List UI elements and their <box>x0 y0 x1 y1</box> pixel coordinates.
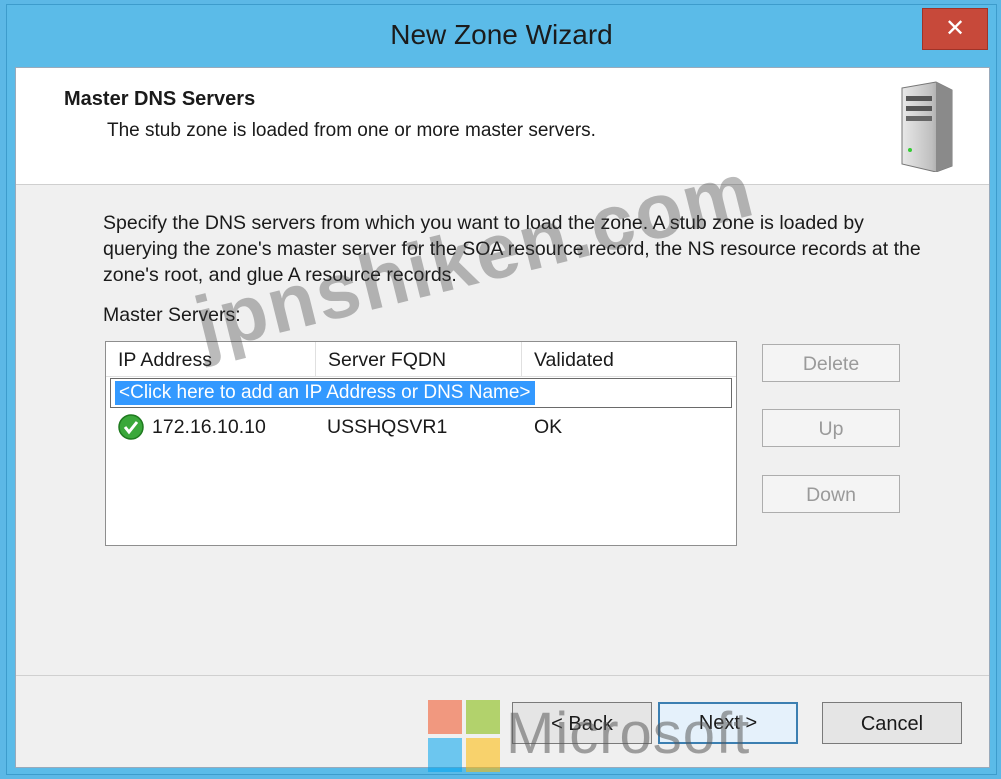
page-title: Master DNS Servers <box>64 88 256 110</box>
row-ip-address: 172.16.10.10 <box>152 416 266 438</box>
cancel-button[interactable]: Cancel <box>822 702 962 744</box>
up-button[interactable]: Up <box>762 409 900 447</box>
row-server-fqdn: USSHQSVR1 <box>327 416 448 438</box>
microsoft-logo-icon <box>428 700 500 772</box>
master-servers-list[interactable]: IP Address Server FQDN Validated <Click … <box>105 341 737 546</box>
down-button[interactable]: Down <box>762 475 900 513</box>
column-server-fqdn[interactable]: Server FQDN <box>316 342 522 376</box>
check-icon <box>118 414 144 440</box>
close-button[interactable]: ✕ <box>922 8 988 50</box>
wizard-window: New Zone Wizard ✕ Master DNS Servers The… <box>6 4 997 775</box>
add-server-placeholder[interactable]: <Click here to add an IP Address or DNS … <box>115 381 535 405</box>
list-header: IP Address Server FQDN Validated <box>106 342 736 377</box>
close-icon: ✕ <box>944 15 966 42</box>
microsoft-watermark: Microsoft <box>506 701 751 766</box>
wizard-client-area: Master DNS Servers The stub zone is load… <box>15 67 990 768</box>
delete-button[interactable]: Delete <box>762 344 900 382</box>
column-validated[interactable]: Validated <box>522 342 736 376</box>
window-title: New Zone Wizard <box>390 19 613 50</box>
wizard-header: Master DNS Servers The stub zone is load… <box>16 68 989 185</box>
table-row[interactable]: 172.16.10.10 USSHQSVR1 OK <box>106 412 736 444</box>
add-server-entry[interactable]: <Click here to add an IP Address or DNS … <box>110 378 732 408</box>
row-validated: OK <box>534 416 563 438</box>
footer-divider <box>16 675 989 676</box>
server-icon <box>901 81 953 172</box>
page-subtitle: The stub zone is loaded from one or more… <box>107 120 596 141</box>
title-bar[interactable]: New Zone Wizard ✕ <box>7 5 996 67</box>
